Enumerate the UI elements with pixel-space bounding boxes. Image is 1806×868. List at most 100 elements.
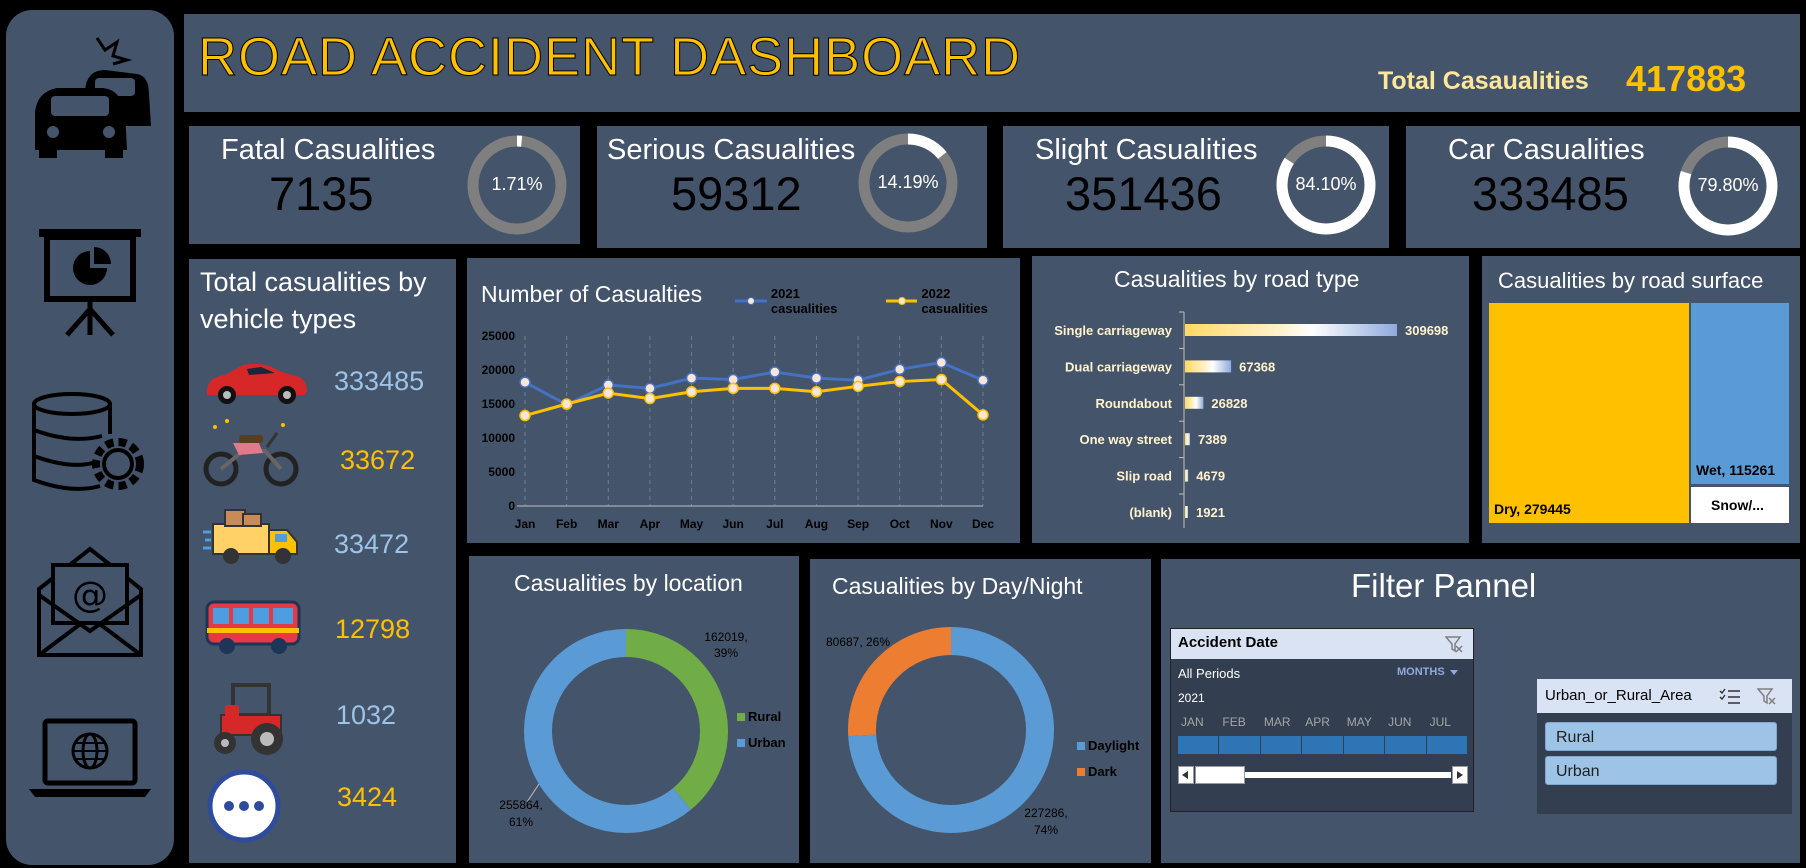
x-tick-label: Jun — [723, 517, 744, 531]
presentation-chart-icon[interactable] — [6, 225, 174, 340]
bar-category-label: Dual carriageway — [1065, 359, 1173, 374]
data-point — [935, 356, 948, 369]
legend-label: Dark — [1088, 764, 1118, 779]
scroll-left-button[interactable] — [1178, 766, 1194, 784]
kpi-card: Car Casualities 333485 79.80% — [1406, 126, 1800, 248]
kpi-percent-label: 1.71% — [491, 174, 543, 194]
timeline-month-bar[interactable] — [1426, 736, 1467, 754]
x-tick-label: Dec — [972, 517, 994, 531]
clear-filter-icon[interactable] — [1444, 635, 1463, 658]
data-point — [602, 387, 615, 399]
treemap-wet: Wet, 115261 — [1691, 303, 1789, 484]
bus-icon — [203, 596, 303, 661]
area-option-rural[interactable]: Rural — [1545, 722, 1777, 751]
bar-value-label: 309698 — [1405, 323, 1448, 338]
data-point — [893, 363, 906, 376]
legend-label: Urban — [748, 735, 786, 750]
kpi-title: Serious Casualities — [607, 134, 856, 166]
timeline-month-bar[interactable] — [1302, 736, 1343, 754]
legend-swatch — [1077, 768, 1085, 776]
timeline-month-label: JUN — [1388, 715, 1412, 729]
location-donut: 162019, 39% 255864, 61% Rural Urban — [499, 629, 786, 833]
timeline-month-bar[interactable] — [1343, 736, 1385, 754]
clear-filter-icon[interactable] — [1756, 687, 1777, 710]
email-icon[interactable]: @ — [6, 545, 174, 660]
bar-value-label: 67368 — [1239, 359, 1275, 374]
bar-category-label: (blank) — [1129, 505, 1172, 520]
vehicle-title-line1: Total casualities by — [200, 267, 427, 297]
treemap-snow: Snow/... — [1691, 487, 1789, 523]
slice-label: 227286, — [1024, 806, 1067, 820]
treemap-wet-label: Wet, 115261 — [1696, 462, 1776, 478]
car-icon — [203, 359, 309, 410]
y-tick-label: 15000 — [482, 397, 516, 411]
vehicle-value: 33472 — [334, 529, 410, 559]
x-tick-label: Jan — [515, 517, 536, 531]
legend-swatch — [737, 713, 745, 721]
timeline-month-bar[interactable] — [1219, 736, 1260, 754]
granularity-value: MONTHS — [1397, 666, 1445, 678]
timeline-month-label: MAY — [1346, 715, 1372, 729]
x-tick-label: Feb — [556, 517, 577, 531]
slice-label: 74% — [1034, 823, 1058, 837]
laptop-globe-icon[interactable] — [6, 715, 174, 805]
x-tick-label: Aug — [805, 517, 828, 531]
kpi-title: Car Casualities — [1448, 134, 1645, 166]
area-option-urban[interactable]: Urban — [1545, 756, 1777, 785]
vehicle-title-line2: vehicle types — [200, 304, 357, 334]
bar-category-label: Single carriageway — [1054, 323, 1173, 338]
road-type-chart: Single carriageway 309698 Dual carriageway… — [1054, 311, 1448, 528]
slice-label: 162019, — [704, 630, 747, 644]
vehicle-value: 1032 — [336, 700, 397, 730]
date-year-label: 2021 — [1178, 691, 1205, 705]
x-tick-label: Oct — [890, 517, 910, 531]
slice-label: 255864, — [499, 798, 542, 812]
bar — [1185, 396, 1204, 409]
x-tick-label: Sep — [847, 517, 869, 531]
road-surface-title: Casualities by road surface — [1498, 268, 1764, 293]
car-crash-icon[interactable] — [6, 30, 174, 160]
bar — [1185, 324, 1397, 336]
area-slicer[interactable]: Urban_or_Rural_Area Rural Urban — [1537, 679, 1792, 814]
timeline-month-bar[interactable] — [1260, 736, 1302, 754]
kpi-percent-label: 14.19% — [877, 172, 939, 192]
bar-value-label: 1921 — [1196, 505, 1225, 520]
svg-text:@: @ — [72, 575, 108, 616]
y-tick-label: 5000 — [488, 465, 515, 479]
scroll-thumb[interactable] — [1195, 766, 1245, 784]
total-casualities-value: 417883 — [1626, 58, 1747, 99]
data-point — [977, 409, 989, 421]
multi-select-icon[interactable] — [1719, 688, 1741, 709]
timeline-month-bar[interactable] — [1178, 736, 1219, 754]
y-tick-label: 20000 — [482, 363, 516, 377]
database-settings-icon[interactable] — [6, 390, 174, 500]
tractor-icon — [203, 679, 299, 764]
bar — [1185, 360, 1232, 373]
kpi-value: 351436 — [1065, 167, 1222, 220]
filter-title: Filter Pannel — [1351, 567, 1537, 604]
line-chart: Jan Feb Mar Apr May Jun Jul Aug Sep Oct Nov Dec 0 500… — [482, 329, 995, 531]
filter-panel: Filter Pannel Accident Date All Periods … — [1161, 559, 1800, 863]
vehicle-value: 333485 — [334, 366, 425, 396]
kpi-card: Serious Casualities 59312 14.19% — [597, 126, 987, 248]
treemap-dry: Dry, 279445 — [1489, 303, 1689, 523]
data-point — [644, 392, 656, 405]
date-slicer[interactable]: Accident Date All Periods MONTHS 2021 JA… — [1170, 628, 1474, 812]
bar-value-label: 7389 — [1198, 432, 1227, 447]
bar — [1185, 433, 1191, 446]
scroll-right-button[interactable] — [1452, 766, 1468, 784]
kpi-percent-label: 79.80% — [1697, 175, 1759, 195]
data-point — [685, 372, 698, 384]
timeline-month-bar[interactable] — [1385, 736, 1426, 754]
truck-icon — [203, 504, 303, 573]
road-type-panel: Casualities by road type Single carriage… — [1032, 256, 1469, 543]
granularity-select[interactable]: MONTHS — [1397, 666, 1458, 678]
series-line-1 — [524, 377, 984, 418]
data-point — [644, 382, 656, 395]
vehicle-value: 3424 — [337, 782, 398, 812]
timeline-month-label: APR — [1305, 715, 1330, 729]
legend-swatch — [737, 739, 745, 747]
day-night-panel: Casualities by Day/Night 80687, 26% 22728… — [810, 559, 1151, 863]
x-tick-label: Apr — [640, 517, 661, 531]
timeline-scrollbar[interactable] — [1178, 766, 1468, 784]
